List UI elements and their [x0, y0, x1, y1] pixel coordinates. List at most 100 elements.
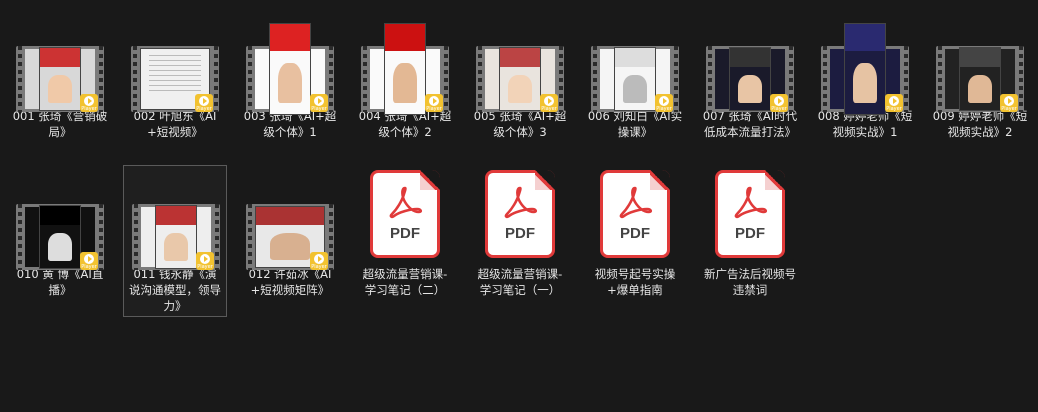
player-badge-label: Player — [81, 264, 97, 270]
pdf-file-item[interactable]: PDF 超级流量营销课-学习笔记（一） — [468, 166, 572, 298]
file-name-label: 超级流量营销课-学习笔记（一） — [477, 267, 563, 297]
player-badge-icon: Player — [655, 94, 673, 112]
video-file-item[interactable]: Player 006 刘知白《AI实操课》 — [583, 8, 687, 140]
player-badge-label: Player — [886, 106, 902, 112]
play-icon — [200, 254, 210, 264]
video-file-item[interactable]: Player 012 许茹冰《AI+短视频矩阵》 — [238, 166, 342, 298]
play-icon — [1004, 96, 1014, 106]
video-frame-preview — [730, 48, 770, 110]
file-name-label: 新广告法后视频号违禁词 — [704, 267, 796, 297]
video-file-item[interactable]: Player 003 张琦《AI+超级个体》1 — [238, 8, 342, 140]
file-thumbnail: Player — [8, 8, 112, 112]
file-thumbnail: PDF — [353, 166, 457, 266]
file-thumbnail: Player — [813, 8, 917, 114]
play-icon — [314, 254, 324, 264]
player-badge-label: Player — [197, 264, 213, 270]
play-icon — [314, 96, 324, 106]
video-file-item[interactable]: Player 008 婷婷老师《短视频实战》1 — [813, 8, 917, 140]
file-name-label: 002 叶旭东《AI+短视频》 — [133, 109, 217, 139]
play-icon — [544, 96, 554, 106]
pdf-icon: PDF — [485, 170, 555, 258]
player-badge-icon: Player — [196, 252, 214, 270]
file-thumbnail: Player — [8, 166, 112, 270]
file-thumbnail: Player — [124, 166, 228, 270]
video-file-item[interactable]: Player 005 张琦《AI+超级个体》3 — [468, 8, 572, 140]
player-badge-icon: Player — [540, 94, 558, 112]
player-badge-icon: Player — [425, 94, 443, 112]
file-name-label: 011 钱永静《演说沟通模型，领导力》 — [129, 267, 221, 313]
player-badge-label: Player — [196, 106, 212, 112]
file-name-label: 001 张琦《营销破局》 — [12, 109, 108, 139]
file-thumbnail: Player — [468, 8, 572, 112]
player-badge-label: Player — [81, 106, 97, 112]
file-thumbnail: Player — [583, 8, 687, 112]
pdf-file-item[interactable]: PDF 视频号起号实操+爆单指南 — [583, 166, 687, 298]
player-badge-icon: Player — [80, 252, 98, 270]
player-badge-icon: Player — [885, 94, 903, 112]
player-badge-label: Player — [426, 106, 442, 112]
video-frame-preview — [385, 24, 425, 114]
file-thumbnail: PDF — [698, 166, 802, 266]
file-thumbnail: Player — [123, 8, 227, 112]
pdf-file-item[interactable]: PDF 超级流量营销课-学习笔记（二） — [353, 166, 457, 298]
file-thumbnail: Player — [698, 8, 802, 112]
video-file-item[interactable]: Player 004 张琦《AI+超级个体》2 — [353, 8, 457, 140]
player-badge-label: Player — [541, 106, 557, 112]
file-thumbnail: PDF — [468, 166, 572, 266]
play-icon — [84, 254, 94, 264]
player-badge-icon: Player — [310, 252, 328, 270]
player-badge-label: Player — [311, 264, 327, 270]
player-badge-icon: Player — [770, 94, 788, 112]
pdf-icon: PDF — [600, 170, 670, 258]
play-icon — [429, 96, 439, 106]
acrobat-icon — [389, 186, 423, 219]
player-badge-icon: Player — [195, 94, 213, 112]
video-file-item[interactable]: Player 010 黄 博《AI直播》 — [8, 166, 112, 298]
file-grid: Player 001 张琦《营销破局》 Player 002 叶旭东《AI+短视频》 P… — [0, 0, 1038, 412]
file-name-label: 视频号起号实操+爆单指南 — [594, 267, 676, 297]
video-frame-preview — [500, 48, 540, 110]
video-frame-preview — [270, 24, 310, 114]
player-badge-icon: Player — [80, 94, 98, 112]
play-icon — [774, 96, 784, 106]
video-frame-preview — [615, 48, 655, 110]
video-frame-preview — [960, 48, 1000, 110]
play-icon — [84, 96, 94, 106]
pdf-icon: PDF — [715, 170, 785, 258]
file-thumbnail: Player — [353, 8, 457, 114]
pdf-icon: PDF — [370, 170, 440, 258]
video-file-item[interactable]: Player 007 张琦《AI时代低成本流量打法》 — [698, 8, 802, 140]
file-name-label: 005 张琦《AI+超级个体》3 — [473, 109, 567, 139]
play-icon — [659, 96, 669, 106]
player-badge-icon: Player — [310, 94, 328, 112]
acrobat-icon — [504, 186, 538, 219]
file-name-label: 009 婷婷老师《短视频实战》2 — [932, 109, 1028, 139]
video-file-item[interactable]: Player 011 钱永静《演说沟通模型，领导力》 — [123, 165, 227, 317]
video-frame-preview — [40, 48, 80, 110]
play-icon — [199, 96, 209, 106]
acrobat-icon — [734, 186, 768, 219]
file-thumbnail: PDF — [583, 166, 687, 266]
player-badge-label: Player — [656, 106, 672, 112]
player-badge-icon: Player — [1000, 94, 1018, 112]
file-thumbnail: Player — [238, 8, 342, 114]
pdf-label: PDF — [620, 225, 650, 242]
player-badge-label: Player — [771, 106, 787, 112]
video-frame-preview — [40, 206, 80, 268]
pdf-label: PDF — [735, 225, 765, 242]
acrobat-icon — [619, 186, 653, 219]
file-name-label: 006 刘知白《AI实操课》 — [587, 109, 683, 139]
file-name-label: 010 黄 博《AI直播》 — [16, 267, 104, 297]
play-icon — [889, 96, 899, 106]
video-file-item[interactable]: Player 002 叶旭东《AI+短视频》 — [123, 8, 227, 140]
pdf-file-item[interactable]: PDF 新广告法后视频号违禁词 — [698, 166, 802, 298]
file-thumbnail: Player — [238, 166, 342, 270]
file-name-label: 007 张琦《AI时代低成本流量打法》 — [702, 109, 798, 139]
file-thumbnail: Player — [928, 8, 1032, 112]
pdf-label: PDF — [390, 225, 420, 242]
file-name-label: 012 许茹冰《AI+短视频矩阵》 — [248, 267, 332, 297]
video-file-item[interactable]: Player 001 张琦《营销破局》 — [8, 8, 112, 140]
pdf-label: PDF — [505, 225, 535, 242]
video-file-item[interactable]: Player 009 婷婷老师《短视频实战》2 — [928, 8, 1032, 140]
video-frame-preview — [845, 24, 885, 114]
